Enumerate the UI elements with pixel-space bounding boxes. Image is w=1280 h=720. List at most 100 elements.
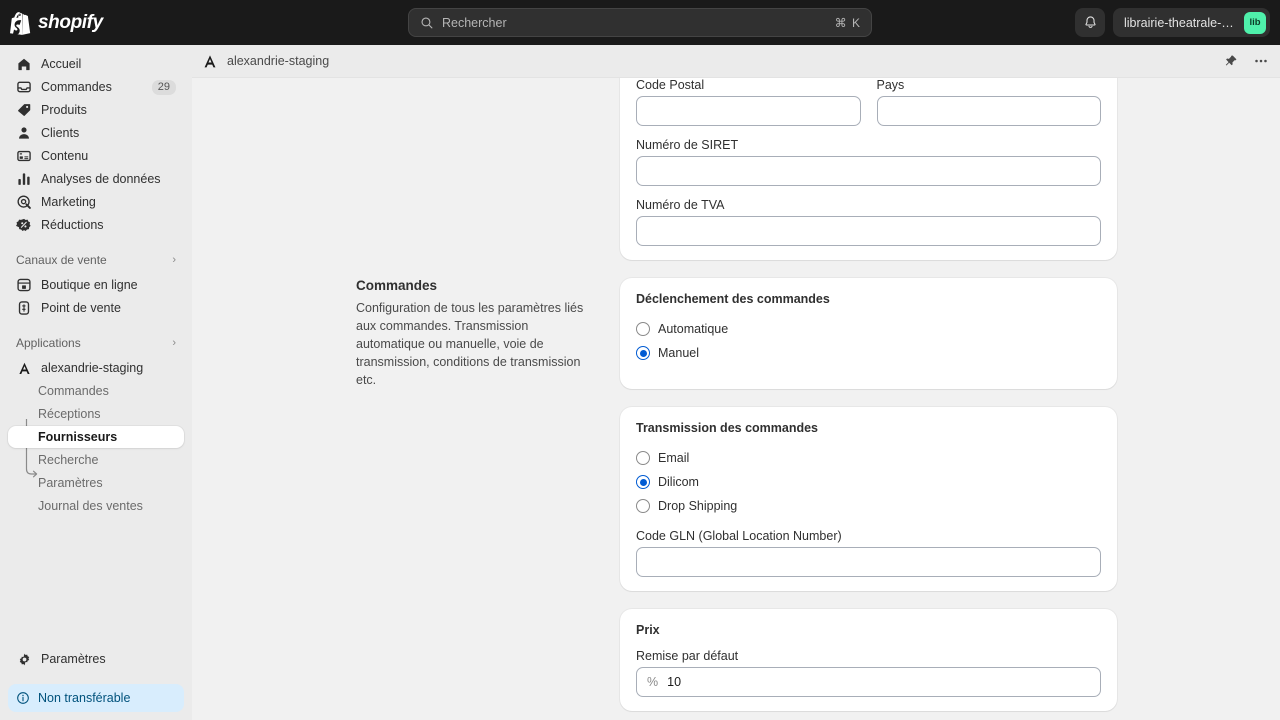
code-postal-input[interactable]: [636, 96, 861, 126]
store-switcher-button[interactable]: librairie-theatrale-stag... lib: [1113, 8, 1270, 37]
section-header-applications[interactable]: Applications ›: [8, 333, 184, 353]
radio-label: Dilicom: [658, 475, 699, 489]
app-header-left: alexandrie-staging: [192, 53, 1222, 69]
bar-chart-icon: [16, 171, 32, 187]
tva-input[interactable]: [636, 216, 1101, 246]
bell-icon: [1084, 16, 1096, 28]
remise-input-wrapper[interactable]: %: [636, 667, 1101, 697]
settings-content: Code Postal Pays Numéro de SIRET Numéro …: [192, 78, 1280, 720]
alexandrie-a-logo: [202, 53, 218, 69]
chevron-right-icon[interactable]: ›: [172, 337, 176, 349]
discount-icon: [16, 217, 32, 233]
transmission-card-title: Transmission des commandes: [636, 421, 819, 435]
marketing-target-icon: [16, 194, 32, 210]
section-title: Applications: [16, 336, 81, 350]
field-label: Code GLN (Global Location Number): [636, 529, 842, 543]
orders-card-row: Commandes Configuration de tous les para…: [192, 278, 1280, 389]
search-input[interactable]: Rechercher ⌘ K: [408, 8, 872, 37]
gln-input[interactable]: [636, 547, 1101, 577]
field-label: Numéro de SIRET: [636, 138, 739, 152]
sidebar-item-marketing[interactable]: Marketing: [8, 191, 184, 213]
sidebar-item-clients[interactable]: Clients: [8, 122, 184, 144]
radio-dilicom[interactable]: Dilicom: [636, 471, 1101, 493]
transmission-card: Transmission des commandes Email Dilicom…: [620, 407, 1117, 591]
radio-icon-selected[interactable]: [636, 346, 650, 360]
sidebar-item-produits[interactable]: Produits: [8, 99, 184, 121]
radio-drop-shipping[interactable]: Drop Shipping: [636, 495, 1101, 517]
siret-input[interactable]: [636, 156, 1101, 186]
shopify-brand[interactable]: shopify: [0, 11, 200, 35]
content-icon: [16, 148, 32, 164]
transmission-description: [192, 407, 620, 591]
trigger-card: Déclenchement des commandes Automatique …: [620, 278, 1117, 389]
field-pays: Pays: [876, 78, 1101, 126]
sidebar-item-label: Commandes: [41, 80, 112, 94]
sidebar-subitem-recherche[interactable]: Recherche: [8, 449, 184, 471]
field-tva: Numéro de TVA: [636, 198, 1101, 246]
address-description: [192, 78, 620, 260]
sidebar-subitem-receptions[interactable]: Réceptions: [8, 403, 184, 425]
radio-icon-selected[interactable]: [636, 475, 650, 489]
app-header-right: [1222, 52, 1270, 70]
person-icon: [16, 125, 32, 141]
app-header: alexandrie-staging: [192, 45, 1280, 78]
sidebar-item-accueil[interactable]: Accueil: [8, 53, 184, 75]
storefront-icon: [16, 277, 32, 293]
sidebar-item-reductions[interactable]: Réductions: [8, 214, 184, 236]
top-bar: shopify Rechercher ⌘ K librairie-theatra…: [0, 0, 1280, 45]
sidebar-item-label: Clients: [41, 126, 80, 140]
ellipsis-horizontal-icon[interactable]: [1252, 52, 1270, 70]
radio-icon[interactable]: [636, 451, 650, 465]
sidebar-item-settings[interactable]: Paramètres: [8, 648, 184, 670]
global-search[interactable]: Rechercher ⌘ K: [408, 8, 872, 37]
radio-email[interactable]: Email: [636, 447, 1101, 469]
search-placeholder: Rechercher: [442, 15, 507, 30]
pin-icon[interactable]: [1222, 52, 1240, 70]
chevron-right-icon[interactable]: ›: [172, 254, 176, 266]
sidebar-subitem-label: Paramètres: [38, 476, 103, 490]
info-banner-non-transferable[interactable]: Non transférable: [8, 684, 184, 712]
radio-label: Manuel: [658, 346, 699, 360]
sidebar-subitem-label: Fournisseurs: [38, 430, 118, 444]
radio-automatique[interactable]: Automatique: [636, 318, 1101, 340]
orders-inbox-icon: [16, 79, 32, 95]
pays-input[interactable]: [876, 96, 1101, 126]
percent-prefix: %: [647, 675, 659, 689]
price-card-row: Prix Remise par défaut %: [192, 609, 1280, 711]
sidebar-item-label: Paramètres: [41, 652, 106, 666]
radio-icon[interactable]: [636, 499, 650, 513]
price-card: Prix Remise par défaut %: [620, 609, 1117, 711]
sidebar-item-boutique-en-ligne[interactable]: Boutique en ligne: [8, 274, 184, 296]
section-header-sales-channels[interactable]: Canaux de vente ›: [8, 250, 184, 270]
sidebar-subitem-fournisseurs[interactable]: Fournisseurs: [8, 426, 184, 448]
sidebar-subitem-parametres[interactable]: Paramètres: [8, 472, 184, 494]
sidebar-item-point-de-vente[interactable]: Point de vente: [8, 297, 184, 319]
shopify-bag-icon: [10, 11, 31, 35]
field-label: Numéro de TVA: [636, 198, 725, 212]
settings-canvas[interactable]: Code Postal Pays Numéro de SIRET Numéro …: [192, 78, 1280, 720]
sidebar-item-label: Boutique en ligne: [41, 278, 138, 292]
sidebar-item-contenu[interactable]: Contenu: [8, 145, 184, 167]
sidebar-item-label: Produits: [41, 103, 87, 117]
tag-icon: [16, 102, 32, 118]
search-icon: [421, 16, 433, 28]
radio-label: Email: [658, 451, 690, 465]
radio-label: Drop Shipping: [658, 499, 738, 513]
sidebar-subitem-journal-des-ventes[interactable]: Journal des ventes: [8, 495, 184, 517]
sidebar-subitem-commandes[interactable]: Commandes: [8, 380, 184, 402]
top-bar-right: librairie-theatrale-stag... lib: [1075, 0, 1270, 45]
field-label: Code Postal: [636, 78, 705, 92]
orders-count-badge: 29: [151, 79, 176, 95]
field-label: Remise par défaut: [636, 649, 739, 663]
orders-description-text: Configuration de tous les paramètres lié…: [356, 301, 584, 387]
radio-icon[interactable]: [636, 322, 650, 336]
remise-input[interactable]: [667, 675, 1090, 689]
shopify-wordmark: shopify: [38, 11, 103, 33]
trigger-card-title: Déclenchement des commandes: [636, 292, 830, 306]
notifications-button[interactable]: [1075, 8, 1105, 37]
sidebar-item-analyses[interactable]: Analyses de données: [8, 168, 184, 190]
radio-manuel[interactable]: Manuel: [636, 342, 1101, 364]
sidebar-item-label: Analyses de données: [41, 172, 161, 186]
sidebar-item-commandes[interactable]: Commandes 29: [8, 76, 184, 98]
sidebar-item-alexandrie-staging[interactable]: alexandrie-staging: [8, 357, 184, 379]
